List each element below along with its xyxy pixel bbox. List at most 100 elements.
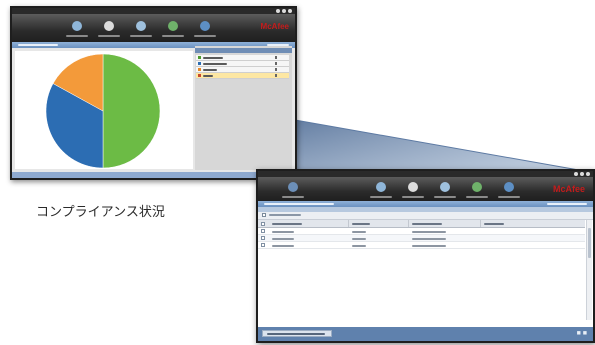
reports-icon <box>408 182 418 192</box>
maximize-button[interactable] <box>580 172 584 176</box>
table-scrollbar[interactable] <box>586 220 592 320</box>
cell-system <box>272 237 294 240</box>
toolbar-label <box>98 35 120 37</box>
window-controls <box>574 172 590 176</box>
cell-last-communication <box>412 237 446 240</box>
toolbar-button-dashboard[interactable] <box>64 18 90 38</box>
bottom-action-label <box>267 333 325 335</box>
footer-logo: ■ ■ <box>576 330 587 337</box>
toolbar-label <box>194 35 216 37</box>
maximize-button[interactable] <box>282 9 286 13</box>
legend-swatch <box>198 68 201 71</box>
scrollbar-thumb[interactable] <box>588 228 591 258</box>
toolbar-button-dashboard[interactable] <box>368 179 394 199</box>
home-icon <box>288 182 298 192</box>
compliance-pie-chart <box>45 53 161 169</box>
compliance-detail-window: McAfee ■ ■ <box>256 169 595 343</box>
settings-icon <box>504 182 514 192</box>
main-toolbar: McAfee <box>12 14 295 42</box>
main-toolbar: McAfee <box>258 177 593 201</box>
toolbar-button-reports[interactable] <box>400 179 426 199</box>
column-header-last-communication[interactable] <box>412 222 442 225</box>
reports-icon <box>104 21 114 31</box>
cell-last-communication <box>412 244 446 247</box>
minimize-button[interactable] <box>574 172 578 176</box>
column-divider[interactable] <box>480 220 481 227</box>
window-controls <box>276 9 292 13</box>
cell-last-communication <box>412 230 446 233</box>
cell-status <box>352 237 366 240</box>
pie-slice-1[interactable] <box>102 53 161 169</box>
column-header-user[interactable] <box>484 222 504 225</box>
toolbar-label <box>370 196 392 198</box>
row-checkbox[interactable] <box>261 229 265 233</box>
breadcrumb-actions[interactable] <box>547 203 587 205</box>
status-bar <box>12 172 295 178</box>
select-all-checkbox[interactable] <box>261 221 265 226</box>
cell-status <box>352 244 366 247</box>
policy-icon <box>472 182 482 192</box>
legend-row-selected[interactable] <box>196 73 289 79</box>
systems-icon <box>136 21 146 31</box>
dashboard-icon <box>376 182 386 192</box>
table-row[interactable] <box>258 228 585 235</box>
row-checkbox[interactable] <box>261 243 265 247</box>
table-row[interactable] <box>258 235 585 242</box>
minimize-button[interactable] <box>276 9 280 13</box>
bottom-action-button[interactable] <box>262 330 332 337</box>
column-header-status[interactable] <box>352 222 370 225</box>
legend-count <box>275 62 277 65</box>
filter-bar <box>258 212 593 220</box>
row-checkbox[interactable] <box>261 236 265 240</box>
breadcrumb-text <box>18 44 58 46</box>
cell-status <box>352 230 366 233</box>
toolbar-button-reports[interactable] <box>96 18 122 38</box>
toolbar-button-home[interactable] <box>280 179 306 199</box>
toolbar-label <box>434 196 456 198</box>
compliance-pie-panel <box>15 51 193 169</box>
column-header-system[interactable] <box>272 222 302 225</box>
legend-swatch <box>198 56 201 59</box>
toolbar-button-settings[interactable] <box>192 18 218 38</box>
compliance-overview-window: McAfee <box>10 6 297 180</box>
legend-label <box>203 62 227 65</box>
compliance-status-caption: コンプライアンス状況 <box>36 205 165 220</box>
legend-swatch <box>198 74 201 77</box>
legend-header <box>195 48 292 53</box>
toolbar-label <box>402 196 424 198</box>
toolbar-button-policy[interactable] <box>464 179 490 199</box>
toolbar-button-systems[interactable] <box>128 18 154 38</box>
filter-checkbox[interactable] <box>262 213 266 217</box>
bottom-action-bar: ■ ■ <box>258 327 593 341</box>
table-header <box>258 220 585 228</box>
brand-logo: McAfee <box>260 22 289 31</box>
column-divider[interactable] <box>348 220 349 227</box>
dashboard-icon <box>72 21 82 31</box>
toolbar-label <box>66 35 88 37</box>
legend-label <box>203 74 213 77</box>
toolbar-label <box>130 35 152 37</box>
brand-logo: McAfee <box>552 184 585 194</box>
legend-count <box>275 68 277 71</box>
toolbar-label <box>282 196 304 198</box>
policy-icon <box>168 21 178 31</box>
cell-system <box>272 230 294 233</box>
legend-count <box>275 56 277 59</box>
systems-icon <box>440 182 450 192</box>
legend-swatch <box>198 62 201 65</box>
close-button[interactable] <box>288 9 292 13</box>
close-button[interactable] <box>586 172 590 176</box>
table-row[interactable] <box>258 242 585 249</box>
toolbar-label <box>162 35 184 37</box>
legend-label <box>203 68 217 71</box>
legend-count <box>275 74 277 77</box>
compliance-legend-panel <box>195 46 292 170</box>
toolbar-label <box>498 196 520 198</box>
filter-label <box>269 214 301 216</box>
toolbar-label <box>466 196 488 198</box>
breadcrumb-text <box>264 203 334 205</box>
toolbar-button-policy[interactable] <box>160 18 186 38</box>
toolbar-button-settings[interactable] <box>496 179 522 199</box>
toolbar-button-systems[interactable] <box>432 179 458 199</box>
column-divider[interactable] <box>408 220 409 227</box>
